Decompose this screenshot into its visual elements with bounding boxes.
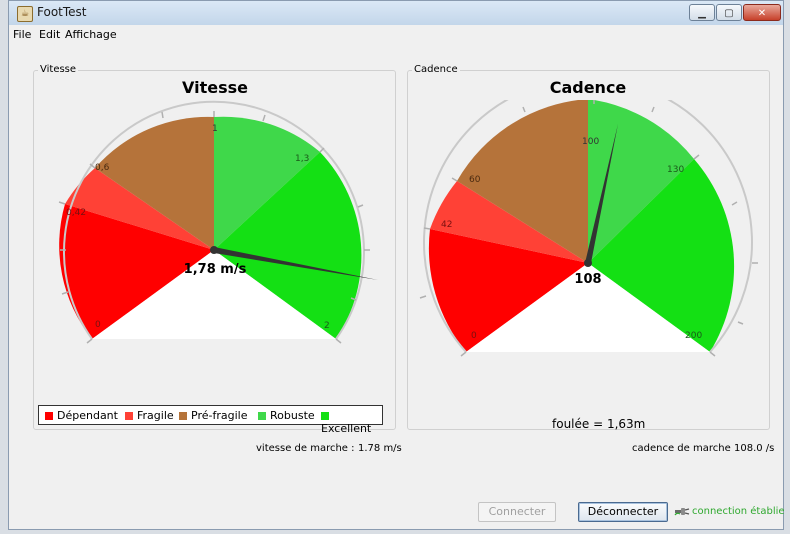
title-bar[interactable]: ☕ FootTest ▁ ▢ ✕ <box>9 1 783 26</box>
legend-swatch <box>45 412 53 420</box>
tick-label-200: 200 <box>685 331 702 341</box>
legend-item-robuste: Robuste <box>258 409 315 422</box>
vitesse-gauge-title: Vitesse <box>182 78 248 97</box>
gauge-legend: Dépendant Fragile Pré-fragile Robuste Ex… <box>38 405 383 435</box>
plug-icon <box>674 508 690 516</box>
cadence-status-label: cadence de marche <box>632 443 731 454</box>
menu-bar: File Edit Affichage <box>9 25 783 45</box>
cadence-gauge-title: Cadence <box>549 78 627 97</box>
close-button[interactable]: ✕ <box>743 4 781 21</box>
tick-label-42: 42 <box>441 220 452 230</box>
legend-swatch <box>258 412 266 420</box>
cadence-gauge: 0 42 60 100 130 200 108 <box>419 100 758 357</box>
tick-label-60: 60 <box>469 175 481 185</box>
gauge-hub <box>210 246 218 254</box>
legend-item-fragile: Fragile <box>125 409 174 422</box>
connect-button[interactable]: Connecter <box>478 502 556 522</box>
menu-edit[interactable]: Edit <box>39 28 60 41</box>
tick-label-0-6: 0,6 <box>95 163 110 173</box>
window-title: FootTest <box>37 5 87 19</box>
maximize-button[interactable]: ▢ <box>716 4 742 21</box>
legend-swatch <box>125 412 133 420</box>
tick-label-0-42: 0,42 <box>66 208 86 218</box>
cadence-value-label: 108 <box>574 272 601 287</box>
tick-label-0: 0 <box>95 320 101 330</box>
tick-label-1: 1 <box>212 124 218 134</box>
minimize-button[interactable]: ▁ <box>689 4 715 21</box>
legend-label: Dépendant <box>57 409 118 422</box>
cadence-panel-label: Cadence <box>412 64 460 75</box>
legend-swatch <box>179 412 187 420</box>
legend-item-dependant: Dépendant <box>45 409 118 422</box>
tick-label-2: 2 <box>324 321 330 331</box>
java-cup-icon: ☕ <box>17 6 33 22</box>
tick-label-1-3: 1,3 <box>295 154 309 164</box>
tick-label-0: 0 <box>471 331 477 341</box>
legend-label: Excellent <box>321 422 372 435</box>
menu-file[interactable]: File <box>13 28 31 41</box>
menu-affichage[interactable]: Affichage <box>65 28 117 41</box>
disconnect-button[interactable]: Déconnecter <box>578 502 668 522</box>
vitesse-value-label: 1,78 m/s <box>184 262 247 277</box>
vitesse-status-value: 1.78 m/s <box>358 443 402 454</box>
legend-item-excellent: Excellent <box>321 409 382 435</box>
legend-label: Fragile <box>137 409 174 422</box>
legend-item-prefragile: Pré-fragile <box>179 409 247 422</box>
legend-label: Robuste <box>270 409 315 422</box>
legend-label: Pré-fragile <box>191 409 248 422</box>
vitesse-gauge: 0 0,42 0,6 1 1,3 2 1,78 m/s <box>58 100 378 344</box>
vitesse-panel-label: Vitesse <box>38 64 79 75</box>
gauge-hub <box>584 259 592 267</box>
foulee-value: foulée = 1,63m <box>552 417 646 431</box>
tick-label-130: 130 <box>667 165 684 175</box>
vitesse-status-label: vitesse de marche : <box>256 443 355 454</box>
tick-label-100: 100 <box>582 137 599 147</box>
connection-status: connection établie <box>692 506 785 517</box>
legend-swatch <box>321 412 329 420</box>
cadence-status-value: 108.0 /s <box>734 443 775 454</box>
